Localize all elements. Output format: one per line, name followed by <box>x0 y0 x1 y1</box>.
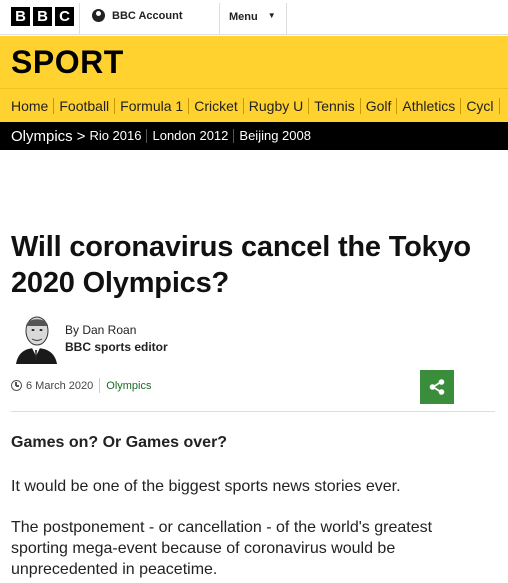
divider <box>11 411 495 412</box>
sport-nav: Home Football Formula 1 Cricket Rugby U … <box>0 88 508 122</box>
author-byline: By Dan Roan BBC sports editor <box>14 312 314 364</box>
author-role: BBC sports editor <box>65 340 168 354</box>
menu-label: Menu <box>229 11 258 23</box>
subnav-item-beijing-2008[interactable]: Beijing 2008 <box>239 129 316 143</box>
nav-item-golf[interactable]: Golf <box>366 97 398 114</box>
article-date: 6 March 2020 <box>26 379 94 392</box>
menu-button[interactable]: Menu ▼ <box>229 10 276 24</box>
bbc-logo-letter-1: B <box>11 7 30 26</box>
author-avatar <box>16 316 57 364</box>
sport-banner: SPORT <box>0 36 508 88</box>
account-button[interactable]: BBC Account <box>92 9 182 22</box>
share-icon <box>429 379 445 395</box>
nav-item-cricket[interactable]: Cricket <box>194 97 244 114</box>
section-title[interactable]: SPORT <box>11 44 124 81</box>
article-tag-link[interactable]: Olympics <box>106 380 151 392</box>
divider <box>219 3 220 34</box>
article-paragraph: The postponement - or cancellation - of … <box>11 519 433 578</box>
bbc-logo-letter-3: C <box>55 7 74 26</box>
subnav-current-section[interactable]: Olympics <box>11 128 73 145</box>
chevron-right-icon: > <box>76 127 86 145</box>
nav-item-cycling[interactable]: Cycl <box>466 97 500 114</box>
account-label: BBC Account <box>112 9 183 22</box>
share-button[interactable] <box>420 370 454 404</box>
article-paragraph: It would be one of the biggest sports ne… <box>11 478 401 495</box>
subnav-item-london-2012[interactable]: London 2012 <box>152 129 235 143</box>
divider <box>99 378 101 393</box>
divider <box>79 3 80 34</box>
chevron-down-icon: ▼ <box>267 10 276 20</box>
divider <box>286 3 287 34</box>
nav-item-formula-1[interactable]: Formula 1 <box>120 97 190 114</box>
nav-item-athletics[interactable]: Athletics <box>402 97 462 114</box>
article-lead: Games on? Or Games over? <box>11 434 228 451</box>
nav-item-rugby-union[interactable]: Rugby U <box>249 97 310 114</box>
nav-item-football[interactable]: Football <box>59 97 116 114</box>
nav-item-tennis[interactable]: Tennis <box>314 97 361 114</box>
article-headline: Will coronavirus cancel the Tokyo 2020 O… <box>11 231 471 299</box>
top-bar: B B C BBC Account Menu ▼ <box>0 0 508 35</box>
account-icon <box>92 9 105 22</box>
bbc-logo-letter-2: B <box>33 7 52 26</box>
author-name: By Dan Roan <box>65 323 137 337</box>
olympics-subnav: Olympics > Rio 2016 London 2012 Beijing … <box>0 122 508 150</box>
bbc-logo[interactable]: B B C <box>11 7 74 26</box>
article-meta: 6 March 2020 Olympics <box>11 378 152 393</box>
nav-item-home[interactable]: Home <box>11 97 55 114</box>
subnav-item-rio-2016[interactable]: Rio 2016 <box>89 129 148 143</box>
clock-icon <box>11 380 22 391</box>
